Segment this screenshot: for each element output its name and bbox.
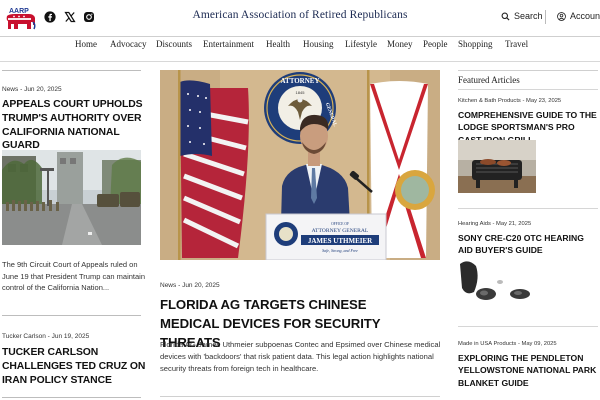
nav-health[interactable]: Health — [266, 39, 290, 49]
column-divider — [458, 89, 598, 90]
cast-iron-grill-image[interactable] — [458, 140, 536, 193]
nav-shopping[interactable]: Shopping — [458, 39, 493, 49]
featured-date: May 23, 2025 — [526, 98, 562, 104]
main-nav: Home Advocacy Discounts Entertainment He… — [0, 37, 600, 61]
attorney-general-press-image[interactable]: ATTORNEY GENERAL 1845 OFFICE OF ATTORNEY… — [160, 70, 440, 260]
article-meta: News - Jun 20, 2025 — [160, 282, 220, 289]
column-divider — [2, 70, 141, 71]
nav-lifestyle[interactable]: Lifestyle — [345, 39, 377, 49]
featured-category[interactable]: Made in USA Products — [458, 341, 516, 347]
user-icon — [557, 11, 566, 21]
featured-title[interactable]: SONY CRE-C20 OTC HEARING AID BUYER'S GUI… — [458, 232, 600, 257]
featured-date: May 09, 2025 — [521, 341, 557, 347]
featured-meta: Made in USA Products - May 09, 2025 — [458, 341, 557, 347]
nav-discounts[interactable]: Discounts — [156, 39, 192, 49]
column-divider — [458, 208, 598, 209]
column-divider — [458, 326, 598, 327]
nav-housing[interactable]: Housing — [303, 39, 334, 49]
nav-money[interactable]: Money — [387, 39, 413, 49]
article-meta: Tucker Carlson - Jun 19, 2025 — [2, 333, 90, 340]
svg-text:1845: 1845 — [296, 90, 306, 95]
featured-category[interactable]: Kitchen & Bath Products — [458, 98, 521, 104]
nav-people[interactable]: People — [423, 39, 448, 49]
svg-text:JAMES UTHMEIER: JAMES UTHMEIER — [308, 237, 373, 245]
article-date: Jun 20, 2025 — [24, 86, 62, 93]
featured-meta: Hearing Aids - May 21, 2025 — [458, 221, 532, 227]
site-header: AARP American Association of Retired Rep… — [0, 0, 600, 36]
nav-entertainment[interactable]: Entertainment — [203, 39, 254, 49]
nav-advocacy[interactable]: Advocacy — [110, 39, 146, 49]
article-headline[interactable]: TUCKER CARLSON CHALLENGES TED CRUZ ON IR… — [2, 346, 147, 387]
article-date: Jun 19, 2025 — [51, 333, 90, 340]
featured-articles-heading: Featured Articles — [458, 75, 520, 85]
featured-title[interactable]: EXPLORING THE PENDLETON YELLOWSTONE NATI… — [458, 352, 600, 389]
column-divider — [458, 70, 598, 71]
featured-meta: Kitchen & Bath Products - May 23, 2025 — [458, 98, 562, 104]
article-category[interactable]: News — [2, 86, 18, 93]
svg-text:OFFICE OF: OFFICE OF — [331, 222, 349, 226]
column-divider — [2, 315, 141, 316]
account-button[interactable]: Account — [557, 11, 600, 21]
nav-home[interactable]: Home — [75, 39, 97, 49]
column-divider — [2, 397, 141, 398]
search-icon — [501, 12, 510, 21]
header-divider — [545, 10, 546, 24]
article-date: Jun 20, 2025 — [182, 282, 220, 289]
svg-text:ATTORNEY: ATTORNEY — [280, 77, 319, 85]
svg-text:ATTORNEY GENERAL: ATTORNEY GENERAL — [312, 228, 369, 234]
account-label: Account — [570, 11, 600, 21]
column-divider — [160, 396, 440, 397]
article-category[interactable]: News — [160, 282, 176, 289]
article-category[interactable]: Tucker Carlson — [2, 333, 46, 340]
nav-divider-line — [0, 61, 600, 62]
hearing-aid-image[interactable] — [458, 258, 536, 308]
nav-travel[interactable]: Travel — [505, 39, 528, 49]
main-article-excerpt: Florida AG James Uthmeier subpoenas Cont… — [160, 340, 441, 373]
featured-date: May 21, 2025 — [496, 221, 532, 227]
article-meta: News - Jun 20, 2025 — [2, 86, 62, 93]
featured-category[interactable]: Hearing Aids — [458, 221, 491, 227]
article-headline[interactable]: APPEALS COURT UPHOLDS TRUMP'S AUTHORITY … — [2, 98, 147, 153]
national-guard-street-image[interactable] — [2, 150, 141, 245]
article-excerpt: The 9th Circuit Court of Appeals ruled o… — [2, 260, 145, 293]
search-label: Search — [514, 11, 543, 21]
search-button[interactable]: Search — [501, 11, 543, 21]
